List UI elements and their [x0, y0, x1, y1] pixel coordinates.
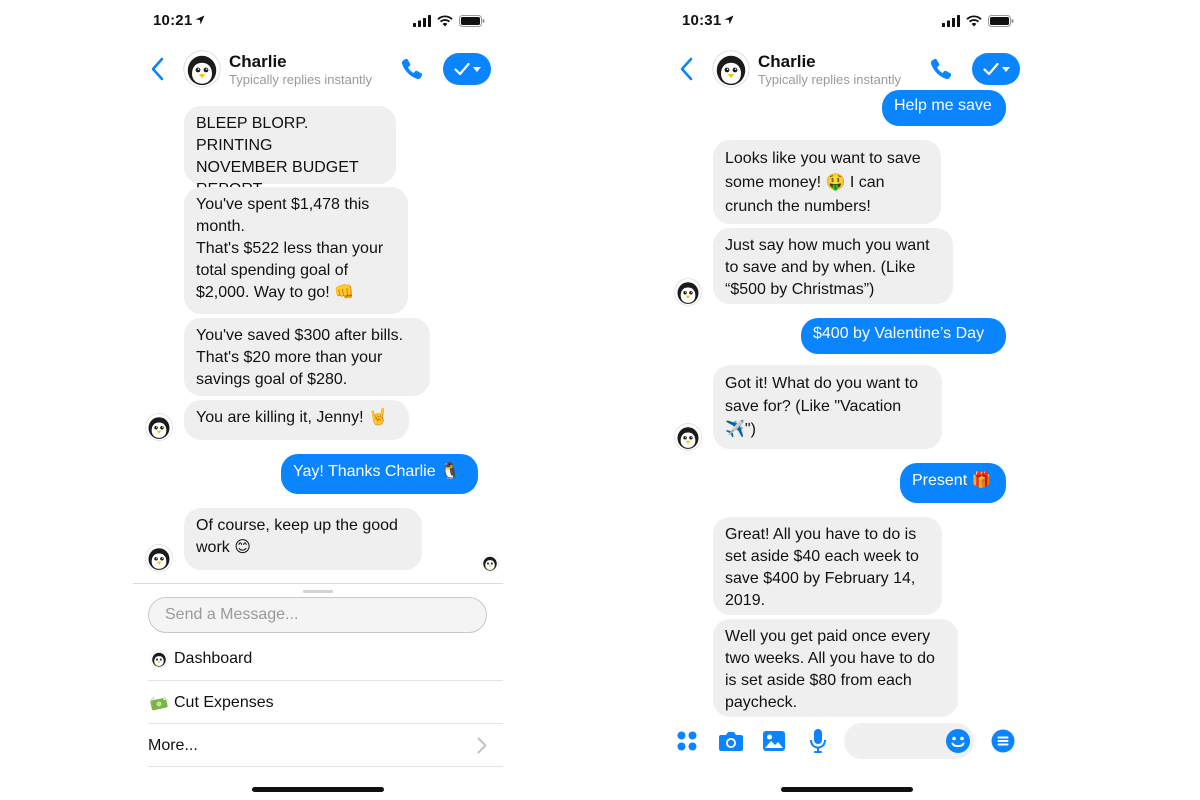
- wifi-icon: [966, 15, 982, 27]
- back-icon[interactable]: [676, 55, 698, 83]
- checkmark-icon: [983, 62, 999, 76]
- message-bubble-incoming: Of course, keep up the good work 😊: [184, 508, 422, 570]
- contact-status: Typically replies instantly: [229, 72, 373, 87]
- menu-icon: [991, 729, 1015, 753]
- message-bubble-outgoing: Help me save: [882, 90, 1006, 126]
- message-bubble-incoming: Great! All you have to do is set aside $…: [713, 517, 942, 615]
- actions-menu-button[interactable]: [443, 53, 491, 85]
- camera-button[interactable]: [716, 726, 746, 756]
- photo-icon: [763, 731, 785, 751]
- contact-status: Typically replies instantly: [758, 72, 902, 87]
- penguin-avatar-icon: [145, 413, 173, 441]
- battery-icon: [459, 15, 485, 27]
- signal-icon: [942, 15, 960, 27]
- status-time: 10:21: [153, 12, 193, 29]
- wifi-icon: [437, 15, 453, 27]
- message-bubble-incoming: You are killing it, Jenny! 🤘: [184, 400, 409, 440]
- chevron-right-icon: [477, 737, 487, 754]
- penguin-icon: [148, 650, 170, 668]
- actions-menu-button[interactable]: [972, 53, 1020, 85]
- message-bubble-outgoing: $400 by Valentine’s Day: [801, 318, 1006, 354]
- checkmark-icon: [454, 62, 470, 76]
- chevron-down-icon: [1002, 67, 1010, 72]
- message-bubble-incoming: You've saved $300 after bills. That's $2…: [184, 318, 430, 396]
- divider: [148, 766, 503, 767]
- message-bubble-incoming: You've spent $1,478 this month. That's $…: [184, 187, 408, 314]
- signal-icon: [413, 15, 431, 27]
- quick-reply-dashboard[interactable]: Dashboard: [148, 637, 503, 680]
- panel-drag-handle[interactable]: [303, 590, 333, 593]
- location-arrow-icon: [195, 15, 205, 25]
- penguin-avatar-icon[interactable]: [712, 50, 750, 88]
- status-bar: 10:31: [662, 0, 1032, 44]
- apps-button[interactable]: [672, 726, 702, 756]
- apps-icon: [677, 731, 697, 751]
- camera-icon: [719, 732, 743, 751]
- message-bubble-outgoing: Yay! Thanks Charlie 🐧: [281, 454, 478, 494]
- microphone-button[interactable]: [803, 726, 833, 756]
- divider: [133, 583, 503, 584]
- phone-icon[interactable]: [928, 56, 954, 82]
- money-wings-icon: [150, 695, 168, 710]
- emoji-icon: [946, 729, 970, 753]
- message-input[interactable]: [148, 597, 487, 633]
- home-indicator: [252, 787, 384, 792]
- read-receipt-avatar-icon: [481, 554, 499, 572]
- photo-button[interactable]: [759, 726, 789, 756]
- penguin-avatar-icon: [674, 278, 702, 306]
- back-icon[interactable]: [147, 55, 169, 83]
- menu-button[interactable]: [988, 726, 1018, 756]
- quick-reply-more[interactable]: More...: [148, 724, 503, 767]
- penguin-avatar-icon: [145, 544, 173, 572]
- message-bubble-incoming: Well you get paid once every two weeks. …: [713, 619, 958, 717]
- emoji-button[interactable]: [943, 726, 973, 756]
- status-bar: 10:21: [133, 0, 503, 44]
- battery-icon: [988, 15, 1014, 27]
- contact-name: Charlie: [229, 52, 287, 71]
- phone-screen-left: 10:21 Charlie Typically replies instantl…: [133, 0, 503, 800]
- quick-reply-label: Cut Expenses: [174, 693, 274, 711]
- chat-header: Charlie Typically replies instantly: [133, 44, 503, 96]
- phone-screen-right: 10:31 Charlie Typically replies instantl…: [662, 0, 1032, 800]
- message-bubble-outgoing: Present 🎁: [900, 463, 1006, 503]
- phone-icon[interactable]: [399, 56, 425, 82]
- message-bubble-incoming: Got it! What do you want to save for? (L…: [713, 365, 942, 449]
- quick-reply-label: More...: [148, 736, 198, 754]
- penguin-avatar-icon: [674, 423, 702, 451]
- microphone-icon: [810, 729, 826, 753]
- chat-header: Charlie Typically replies instantly: [662, 44, 1032, 96]
- chevron-down-icon: [473, 67, 481, 72]
- location-arrow-icon: [724, 15, 734, 25]
- message-bubble-incoming: Just say how much you want to save and b…: [713, 228, 953, 304]
- quick-reply-label: Dashboard: [174, 649, 253, 667]
- message-bubble-incoming: BLEEP BLORP. PRINTING NOVEMBER BUDGET RE…: [184, 106, 396, 198]
- status-time: 10:31: [682, 12, 722, 29]
- quick-reply-cut-expenses[interactable]: Cut Expenses: [148, 681, 503, 724]
- penguin-avatar-icon[interactable]: [183, 50, 221, 88]
- message-bubble-incoming: Looks like you want to save some money! …: [713, 140, 941, 224]
- home-indicator: [781, 787, 913, 792]
- contact-name: Charlie: [758, 52, 816, 71]
